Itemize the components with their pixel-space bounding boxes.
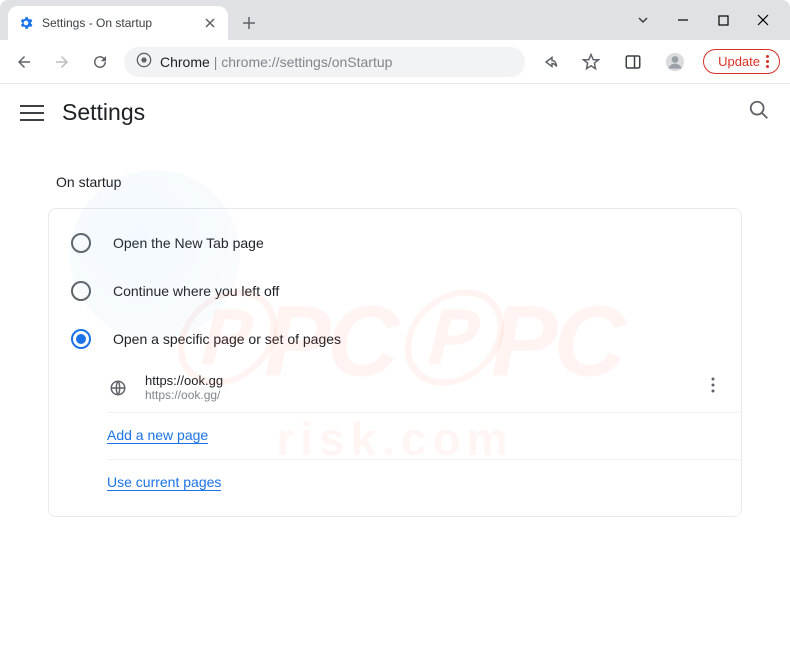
chevron-down-icon[interactable] <box>636 13 650 27</box>
page-title: Settings <box>62 99 145 126</box>
close-window-button[interactable] <box>756 13 770 27</box>
close-tab-icon[interactable] <box>202 15 218 31</box>
minimize-button[interactable] <box>676 13 690 27</box>
option-label: Continue where you left off <box>113 283 279 299</box>
side-panel-icon[interactable] <box>619 48 647 76</box>
more-options-icon[interactable] <box>711 377 715 398</box>
globe-icon <box>107 377 129 399</box>
page-title-text: https://ook.gg <box>145 373 223 388</box>
radio-icon <box>71 329 91 349</box>
window-controls <box>616 0 790 40</box>
back-button[interactable] <box>10 48 38 76</box>
update-label: Update <box>718 54 760 69</box>
update-button[interactable]: Update <box>703 49 780 74</box>
page-url-text: https://ook.gg/ <box>145 388 223 402</box>
use-current-link[interactable]: Use current pages <box>107 474 221 491</box>
option-label: Open a specific page or set of pages <box>113 331 341 347</box>
reload-button[interactable] <box>86 48 114 76</box>
add-page-row: Add a new page <box>107 413 741 460</box>
forward-button[interactable] <box>48 48 76 76</box>
toolbar: Chrome | chrome://settings/onStartup Upd… <box>0 40 790 84</box>
startup-page-item: https://ook.gg https://ook.gg/ <box>107 363 741 413</box>
option-new-tab[interactable]: Open the New Tab page <box>49 219 741 267</box>
startup-pages-list: https://ook.gg https://ook.gg/ Add a new… <box>107 363 741 506</box>
radio-icon <box>71 233 91 253</box>
gear-icon <box>18 15 34 31</box>
radio-icon <box>71 281 91 301</box>
content-area: On startup Open the New Tab page Continu… <box>0 142 790 537</box>
startup-card: Open the New Tab page Continue where you… <box>48 208 742 517</box>
maximize-button[interactable] <box>716 13 730 27</box>
browser-tab[interactable]: Settings - On startup <box>8 6 228 40</box>
profile-icon[interactable] <box>661 48 689 76</box>
section-title: On startup <box>56 174 742 190</box>
new-tab-button[interactable] <box>234 6 264 40</box>
option-label: Open the New Tab page <box>113 235 264 251</box>
share-icon[interactable] <box>535 48 563 76</box>
address-bar[interactable]: Chrome | chrome://settings/onStartup <box>124 47 525 77</box>
tab-title: Settings - On startup <box>42 16 152 30</box>
option-continue[interactable]: Continue where you left off <box>49 267 741 315</box>
add-page-link[interactable]: Add a new page <box>107 427 208 444</box>
use-current-row: Use current pages <box>107 460 741 506</box>
search-icon[interactable] <box>748 99 770 126</box>
option-specific-pages[interactable]: Open a specific page or set of pages <box>49 315 741 363</box>
menu-dots-icon <box>766 55 769 68</box>
chrome-logo-icon <box>136 52 152 71</box>
hamburger-menu-icon[interactable] <box>20 101 44 125</box>
address-text: Chrome | chrome://settings/onStartup <box>160 54 392 70</box>
settings-header: Settings <box>0 84 790 142</box>
bookmark-icon[interactable] <box>577 48 605 76</box>
window-titlebar: Settings - On startup <box>0 0 790 40</box>
